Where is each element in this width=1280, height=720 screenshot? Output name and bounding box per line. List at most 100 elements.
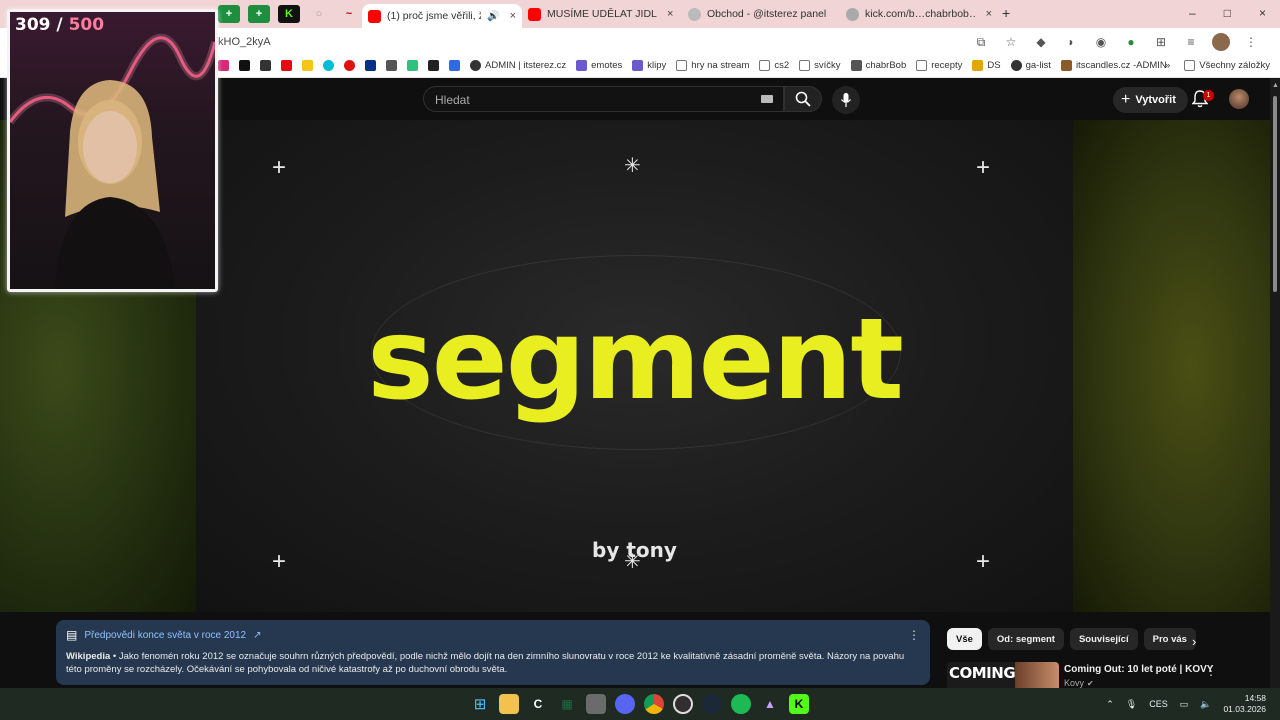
menu-kebab-icon[interactable]: ⋮ bbox=[1242, 33, 1260, 51]
minecraft-icon[interactable] bbox=[586, 694, 606, 714]
extensions-puzzle-icon[interactable]: ⊞ bbox=[1152, 33, 1170, 51]
install-app-icon[interactable]: ⧉ bbox=[972, 33, 990, 51]
bookmark-icon-fb[interactable] bbox=[386, 60, 397, 71]
bookmark-klipy[interactable]: klipy bbox=[632, 60, 666, 71]
verified-icon: ✔ bbox=[1087, 678, 1094, 688]
keyboard-icon[interactable] bbox=[761, 95, 773, 103]
reading-list-icon[interactable]: ≡ bbox=[1182, 33, 1200, 51]
extension-shield-icon[interactable]: ◆ bbox=[1032, 33, 1050, 51]
more-options-icon[interactable]: ⋮ bbox=[908, 628, 920, 642]
bookmark-icon-paypal[interactable] bbox=[365, 60, 376, 71]
bookmark-galist[interactable]: ga-list bbox=[1010, 60, 1051, 71]
ccleaner-icon[interactable]: C bbox=[528, 694, 548, 714]
bookmarks-overflow-button[interactable]: » bbox=[1165, 60, 1170, 71]
pinned-tab-red[interactable]: ~ bbox=[338, 5, 360, 23]
chrome-icon[interactable] bbox=[644, 694, 664, 714]
spotify-icon[interactable] bbox=[731, 694, 751, 714]
search-button[interactable] bbox=[784, 86, 822, 112]
info-panel-title[interactable]: Předpovědi konce světa v roce 2012 bbox=[84, 630, 246, 641]
globe-icon bbox=[470, 60, 481, 71]
bookmark-icon-yellow[interactable] bbox=[302, 60, 313, 71]
steam-icon[interactable] bbox=[702, 694, 722, 714]
new-tab-button[interactable]: + bbox=[1002, 5, 1010, 21]
info-panel-header[interactable]: ▤ Předpovědi konce světa v roce 2012 ↗ bbox=[66, 628, 920, 642]
chip-for-you[interactable]: Pro vás bbox=[1143, 628, 1196, 650]
scroll-up-arrow-icon[interactable]: ▲ bbox=[1272, 82, 1279, 89]
bookmark-emotes[interactable]: emotes bbox=[576, 60, 622, 71]
bookmark-svicky[interactable]: svíčky bbox=[799, 60, 841, 71]
suggestion-thumbnail[interactable]: COMING OUT bbox=[947, 662, 1059, 688]
tab-close-button[interactable]: × bbox=[667, 8, 673, 20]
extension-green-icon[interactable]: ● bbox=[1122, 33, 1140, 51]
language-indicator[interactable]: CES bbox=[1149, 699, 1168, 709]
bookmark-icon-green[interactable] bbox=[407, 60, 418, 71]
pinned-tab-kick[interactable]: K bbox=[278, 5, 300, 23]
kick-icon[interactable]: K bbox=[789, 694, 809, 714]
bookmark-icon-blue[interactable] bbox=[449, 60, 460, 71]
obs-icon[interactable] bbox=[673, 694, 693, 714]
chevron-right-icon[interactable]: › bbox=[1192, 634, 1196, 649]
pinned-tab-sheets[interactable]: + bbox=[218, 5, 240, 23]
create-button[interactable]: + Vytvořit bbox=[1113, 87, 1188, 113]
globe-icon bbox=[846, 7, 859, 21]
extension-translate-icon[interactable]: ◗ bbox=[1062, 33, 1080, 51]
tray-overflow-icon[interactable]: ⌃ bbox=[1106, 699, 1114, 710]
bookmark-ds[interactable]: DS bbox=[972, 60, 1001, 71]
suggestion-more-icon[interactable]: ⋮ bbox=[1205, 664, 1217, 678]
tab-obchod[interactable]: Obchod - @itsterez panel × bbox=[688, 4, 828, 24]
file-explorer-icon[interactable] bbox=[499, 694, 519, 714]
bookmark-icon-netflix[interactable] bbox=[281, 60, 292, 71]
bookmark-icon-download[interactable] bbox=[428, 60, 439, 71]
chip-related[interactable]: Související bbox=[1069, 628, 1138, 650]
suggestion-title[interactable]: Coming Out: 10 let poté | KOVY bbox=[1064, 664, 1213, 675]
article-icon: ▤ bbox=[66, 628, 78, 642]
bookmark-label: cs2 bbox=[774, 60, 790, 71]
bookmark-cs2[interactable]: cs2 bbox=[759, 60, 789, 71]
scrollbar-thumb[interactable] bbox=[1273, 96, 1277, 292]
bookmark-chabrbob[interactable]: chabrBob bbox=[850, 60, 906, 71]
bookmark-admin[interactable]: ADMIN | itsterez.cz bbox=[470, 60, 566, 71]
excel-icon[interactable]: ▦ bbox=[557, 694, 577, 714]
globe-icon bbox=[1010, 60, 1022, 71]
video-player[interactable]: + ✳ + + ✳ + segment by tony bbox=[196, 120, 1073, 612]
speaker-icon[interactable]: 🔊 bbox=[487, 11, 499, 22]
discord-icon[interactable] bbox=[615, 694, 635, 714]
chip-all[interactable]: Vše bbox=[947, 628, 982, 650]
voice-search-button[interactable] bbox=[832, 86, 860, 114]
extension-lock-icon[interactable]: ◉ bbox=[1092, 33, 1110, 51]
bookmark-icon-teal[interactable] bbox=[323, 60, 334, 71]
pinned-tab-generic[interactable]: ○ bbox=[308, 5, 330, 23]
tab-kick[interactable]: kick.com/b…chabrbob…/intip × bbox=[846, 4, 992, 24]
clock[interactable]: 14:58 01.03.2026 bbox=[1223, 693, 1266, 715]
profile-avatar[interactable] bbox=[1212, 33, 1230, 51]
bookmark-recepty[interactable]: recepty bbox=[916, 60, 962, 71]
thumbnail-face-image bbox=[1015, 662, 1059, 688]
tab-youtube-active[interactable]: (1) proč jsme věřili, že v roce 🔊 × bbox=[362, 4, 522, 28]
all-bookmarks-button[interactable]: Všechny záložky bbox=[1184, 60, 1270, 71]
tab-youtube-2[interactable]: MUSÍME UDĚLAT JIDLO NA TÝD × bbox=[528, 4, 678, 24]
minimize-button[interactable]: – bbox=[1189, 6, 1196, 20]
bookmark-hry[interactable]: hry na stream bbox=[676, 60, 749, 71]
microphone-tray-icon[interactable]: 🎙 bbox=[1126, 699, 1137, 710]
suggestion-channel[interactable]: Kovy ✔ bbox=[1064, 678, 1094, 688]
bookmark-icon-dark[interactable] bbox=[260, 60, 271, 71]
volume-icon[interactable]: 🔈 bbox=[1200, 699, 1211, 710]
page-scrollbar[interactable] bbox=[1270, 78, 1280, 688]
pinned-tab-sheets-2[interactable]: + bbox=[248, 5, 270, 23]
bookmark-icon-red[interactable] bbox=[344, 60, 355, 71]
tab-close-button[interactable]: × bbox=[510, 10, 516, 22]
chip-from-channel[interactable]: Od: segment bbox=[987, 628, 1064, 650]
url-field[interactable]: kHO_2kyA bbox=[218, 36, 271, 48]
network-icon[interactable]: ▭ bbox=[1180, 699, 1189, 710]
account-avatar[interactable] bbox=[1229, 89, 1249, 109]
windows-start-icon[interactable]: ⊞ bbox=[470, 694, 490, 714]
bookmark-itscandles[interactable]: itscandles.cz -ADMIN bbox=[1060, 60, 1167, 71]
bookmark-icon-x[interactable] bbox=[239, 60, 250, 71]
affinity-icon[interactable]: ▲ bbox=[760, 694, 780, 714]
tab-close-button[interactable]: × bbox=[986, 8, 992, 20]
close-window-button[interactable]: × bbox=[1259, 6, 1266, 20]
bookmark-star-icon[interactable]: ☆ bbox=[1002, 33, 1020, 51]
maximize-button[interactable]: □ bbox=[1224, 6, 1231, 20]
search-input[interactable]: Hledat bbox=[423, 86, 784, 112]
bookmark-icon-ig[interactable] bbox=[218, 60, 229, 71]
